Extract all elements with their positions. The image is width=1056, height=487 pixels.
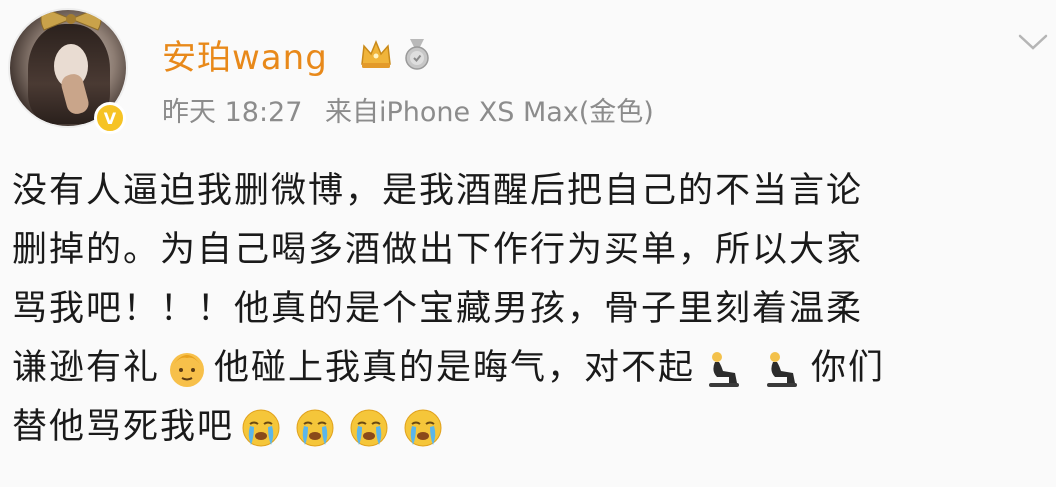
- post-text: 没有人逼迫我删微博，是我酒醒后把自己的不当言论 删掉的。为自己喝多酒做出下作行为买…: [12, 162, 1042, 457]
- post-text-segment: 骂我吧！！！他真的是个宝藏男孩，骨子里刻着温柔: [12, 289, 864, 329]
- chevron-down-icon[interactable]: [1016, 30, 1050, 54]
- post-meta: 昨天 18:27 来自iPhone XS Max(金色): [162, 90, 668, 129]
- post-text-segment: 删掉的。为自己喝多酒做出下作行为买单，所以大家: [12, 230, 864, 270]
- crying-face-emoji: [404, 409, 442, 446]
- crying-face-emoji: [242, 409, 280, 446]
- crying-face-emoji: [350, 409, 388, 446]
- baby-emoji: [170, 352, 205, 387]
- kneeling-person-emoji: [767, 351, 798, 387]
- avatar-bow: [40, 10, 102, 31]
- kneeling-person-emoji: [709, 351, 740, 387]
- post-text-segment: 谦逊有礼: [12, 348, 161, 388]
- post-text-line: 骂我吧！！！他真的是个宝藏男孩，骨子里刻着温柔: [12, 280, 1042, 339]
- post-text-line: 删掉的。为自己喝多酒做出下作行为买单，所以大家: [12, 221, 1042, 280]
- verified-badge-icon: V: [94, 102, 126, 134]
- post-text-segment: 没有人逼迫我删微博，是我酒醒后把自己的不当言论: [12, 171, 864, 211]
- crying-face-emoji: [296, 409, 334, 446]
- post-time: 昨天 18:27: [162, 97, 303, 128]
- post-text-line: 谦逊有礼 他碰上我真的是晦气，对不起 你们: [12, 339, 1042, 398]
- post-text-segment: 替他骂死我吧: [12, 407, 235, 447]
- post-text-segment: 他碰上我真的是晦气，对不起: [214, 348, 696, 388]
- medal-icon[interactable]: [400, 37, 434, 71]
- weibo-post-card: V 安珀wang 昨天 18:27 来自iPhone XS Max(金色) 没有…: [0, 0, 1056, 487]
- post-text-segment: 你们: [811, 348, 886, 388]
- crown-icon[interactable]: [358, 36, 394, 72]
- username[interactable]: 安珀wang: [162, 30, 328, 79]
- avatar-container[interactable]: V: [8, 8, 128, 134]
- post-text-line: 替他骂死我吧: [12, 398, 1042, 457]
- post-text-line: 没有人逼迫我删微博，是我酒醒后把自己的不当言论: [12, 162, 1042, 221]
- post-source[interactable]: 来自iPhone XS Max(金色): [325, 97, 654, 128]
